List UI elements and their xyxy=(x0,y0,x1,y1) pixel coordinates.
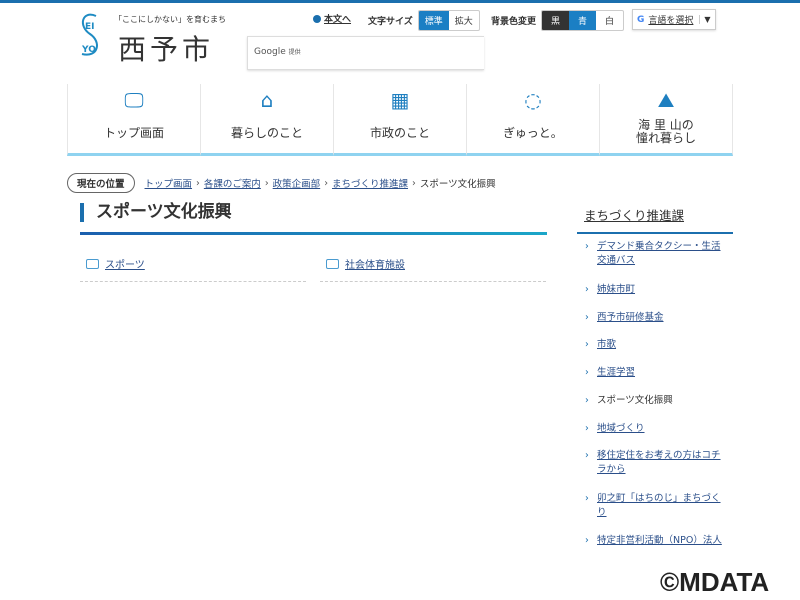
sidebar-item[interactable]: › 西予市研修基金 xyxy=(585,311,725,325)
breadcrumb-current: スポーツ文化振興 xyxy=(419,179,496,190)
chevron-right-icon: › xyxy=(585,284,589,295)
sidebar-item-label[interactable]: 姉妹市町 xyxy=(597,283,635,297)
bg-black-button[interactable]: 黒 xyxy=(542,11,570,30)
page-title: スポーツ文化振興 xyxy=(80,203,232,222)
breadcrumb-link[interactable]: 各課のご案内 xyxy=(204,176,261,190)
bg-white-button[interactable]: 白 xyxy=(596,11,623,30)
skip-link[interactable]: 本文へ xyxy=(313,12,351,25)
chevron-right-icon: › xyxy=(585,241,589,252)
breadcrumb-link[interactable]: 政策企画部 xyxy=(273,176,321,190)
bg-blue-button[interactable]: 青 xyxy=(569,11,597,30)
chevron-right-icon: › xyxy=(585,395,589,406)
nav-gyutto[interactable]: ◌ ぎゅっと。 xyxy=(467,84,600,156)
nav-living[interactable]: ⌂ 暮らしのこと xyxy=(201,84,334,156)
sidebar-item[interactable]: › 地域づくり xyxy=(585,422,725,436)
mountain-sea-icon: ⛰ xyxy=(657,88,675,112)
sidebar-item-label: スポーツ文化振興 xyxy=(597,395,673,406)
chevron-right-icon: › xyxy=(585,339,589,350)
sidebar-item[interactable]: › 生涯学習 xyxy=(585,366,725,380)
sidebar-item[interactable]: › 市歌 xyxy=(585,338,725,352)
sidebar-item-label[interactable]: 卯之町「はちのじ」まちづくり xyxy=(597,492,725,520)
chevron-right-icon: › xyxy=(585,493,589,504)
title-underline xyxy=(80,232,547,235)
search-input[interactable]: Google 提供 xyxy=(247,36,484,70)
category-item[interactable]: スポーツ xyxy=(80,256,306,282)
watermark: ©MDATA xyxy=(660,567,770,597)
sidebar-item[interactable]: › 特定非営利活動（NPO）法人 xyxy=(585,534,725,548)
google-g-icon: G xyxy=(637,14,645,25)
sidebar-item[interactable]: › 姉妹市町 xyxy=(585,283,725,297)
nav-top[interactable]: 🖵 トップ画面 xyxy=(67,84,201,156)
bg-color-control: 背景色変更 黒 青 白 xyxy=(491,10,625,31)
sidebar-item-label[interactable]: 地域づくり xyxy=(597,422,645,436)
sidebar-title[interactable]: まちづくり推進課 xyxy=(584,205,684,224)
breadcrumb: 現在の位置 トップ画面 › 各課のご案内 › 政策企画部 › まちづくり推進課 › スポ… xyxy=(67,173,496,193)
tagline: 「ここにしかない」を育むまち xyxy=(114,15,226,24)
translate-select[interactable]: G 言語を選択 ▼ xyxy=(632,9,716,30)
sidebar-item[interactable]: › 卯之町「はちのじ」まちづくり xyxy=(585,492,725,520)
breadcrumb-link[interactable]: まちづくり推進課 xyxy=(332,176,408,190)
sidebar-item-label[interactable]: 移住定住をお考えの方はコチラから xyxy=(597,449,725,477)
house-icon: ⌂ xyxy=(260,88,274,112)
top-bar xyxy=(0,0,800,3)
category-item[interactable]: 社会体育施設 xyxy=(320,256,546,282)
chevron-right-icon: › xyxy=(585,535,589,546)
svg-text:EI: EI xyxy=(85,22,95,32)
folder-icon xyxy=(86,259,99,269)
sidebar-item[interactable]: › 移住定住をお考えの方はコチラから xyxy=(585,449,725,477)
monitor-icon: 🖵 xyxy=(124,88,144,112)
sidebar-item[interactable]: › デマンド乗合タクシー・生活交通バス xyxy=(585,240,725,268)
seiyo-logo-icon: EI YO xyxy=(81,13,98,56)
building-icon: ▦ xyxy=(390,88,410,112)
mikan-icon: ◌ xyxy=(524,88,542,112)
sidebar-item-label[interactable]: 市歌 xyxy=(597,338,616,352)
sidebar-divider xyxy=(577,232,733,234)
chevron-right-icon: › xyxy=(585,423,589,434)
font-size-large-button[interactable]: 拡大 xyxy=(449,11,479,30)
sidebar-item-label[interactable]: 西予市研修基金 xyxy=(597,311,664,325)
chevron-right-icon: › xyxy=(585,450,589,461)
nav-city[interactable]: ▦ 市政のこと xyxy=(334,84,467,156)
dropdown-arrow-icon: ▼ xyxy=(699,15,711,24)
sidebar-item: › スポーツ文化振興 xyxy=(585,394,725,408)
folder-icon xyxy=(326,259,339,269)
breadcrumb-here-label: 現在の位置 xyxy=(67,173,135,193)
font-size-control: 文字サイズ 標準 拡大 xyxy=(368,10,480,31)
breadcrumb-link[interactable]: トップ画面 xyxy=(145,176,193,190)
sidebar-item-label[interactable]: デマンド乗合タクシー・生活交通バス xyxy=(597,240,725,268)
font-size-standard-button[interactable]: 標準 xyxy=(418,11,449,30)
svg-text:YO: YO xyxy=(81,45,96,55)
chevron-right-icon: › xyxy=(585,367,589,378)
sidebar-item-label[interactable]: 生涯学習 xyxy=(597,366,635,380)
chevron-right-icon: › xyxy=(585,312,589,323)
sidebar-item-label[interactable]: 特定非営利活動（NPO）法人 xyxy=(597,534,722,548)
global-nav: 🖵 トップ画面 ⌂ 暮らしのこと ▦ 市政のこと ◌ ぎゅっと。 ⛰ 海 里 山の 憧れ暮ら… xyxy=(67,84,733,156)
arrow-circle-icon xyxy=(313,14,321,23)
nav-life[interactable]: ⛰ 海 里 山の 憧れ暮らし xyxy=(600,84,733,156)
site-name: 西予市 xyxy=(118,33,215,66)
